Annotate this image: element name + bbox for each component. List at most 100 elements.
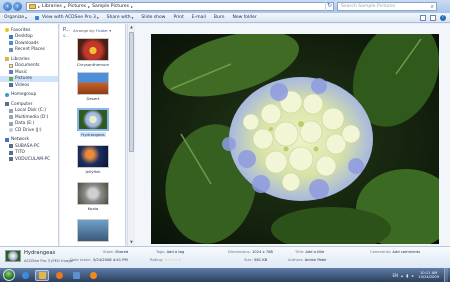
comments-value[interactable]: Add comments — [392, 250, 420, 254]
taskbar: EN ▴ ▮ ◂ 10:11 AM 10/24/2009 — [0, 268, 450, 282]
burn-button[interactable]: Burn — [214, 15, 225, 20]
authors-value[interactable]: Amish Patel — [305, 258, 327, 262]
library-header: P... Arrange by: Folder ▾ — [60, 24, 125, 33]
document-icon — [72, 271, 80, 279]
chevron-down-icon: ▾ — [96, 15, 99, 20]
back-button[interactable]: ‹ — [3, 2, 12, 11]
details-authors: Authors: Amish Patel — [288, 258, 326, 262]
nav-item-label: Recent Places — [15, 47, 45, 53]
details-tags: Tags: Add a tag — [156, 250, 184, 254]
chevron-right-icon: ▸ — [63, 4, 66, 9]
scroll-up-arrow-icon[interactable]: ▲ — [129, 25, 134, 30]
volume-icon[interactable]: ◂ — [411, 273, 413, 278]
organize-button[interactable]: Organize ▾ — [4, 15, 27, 20]
file-name: Desert — [86, 96, 100, 101]
address-bar[interactable]: ▸ Libraries ▸ Pictures ▸ Sample Pictures… — [26, 2, 334, 11]
preview-pane — [135, 24, 450, 246]
chevron-down-icon: ▾ — [131, 15, 134, 20]
show-hidden-icons-icon[interactable]: ▴ — [401, 273, 403, 278]
title-value[interactable]: Add a title — [305, 250, 324, 254]
taskbar-media-player[interactable] — [86, 270, 100, 281]
file-item[interactable]: Chrysanthemum — [60, 38, 125, 67]
print-label: Print — [173, 15, 184, 20]
new-folder-button[interactable]: New folder — [232, 15, 256, 20]
nav-item-label: Pictures — [15, 76, 33, 82]
image-thumbnail — [77, 145, 109, 168]
search-placeholder: Search Sample Pictures — [341, 4, 396, 9]
file-item[interactable]: Desert — [60, 72, 125, 101]
view-with-button[interactable]: View with ACDSee Pro 3 ▾ — [34, 15, 99, 20]
language-indicator[interactable]: EN — [393, 273, 399, 278]
nav-item-label: TITO — [15, 150, 25, 156]
forward-button[interactable]: › — [13, 2, 22, 11]
file-list-pane: P... Arrange by: Folder ▾ S... Chrysanth… — [60, 24, 126, 246]
chevron-down-icon: ▾ — [109, 28, 112, 33]
chevron-right-icon: ▸ — [88, 4, 91, 9]
nav-item-label: Desktop — [15, 34, 33, 40]
taskbar-ie[interactable] — [18, 270, 32, 281]
nav-item-cd-drive[interactable]: CD Drive (J:) — [0, 127, 58, 134]
nav-item-videos[interactable]: Videos — [0, 82, 58, 89]
videos-icon — [9, 83, 13, 88]
nav-item-label: Videos — [15, 82, 30, 88]
slide-show-button[interactable]: Slide show — [141, 15, 165, 20]
taskbar-firefox[interactable] — [52, 270, 66, 281]
nav-item-recent-places[interactable]: Recent Places — [0, 47, 58, 54]
vertical-scrollbar[interactable]: ▲ ▼ — [127, 24, 134, 246]
navigation-pane: Favorites Desktop Downloads Recent Place… — [0, 24, 59, 246]
authors-label: Authors: — [288, 258, 304, 262]
pictures-icon — [9, 76, 13, 81]
rating-stars[interactable]: ☆☆☆☆☆ — [164, 258, 182, 262]
scroll-down-arrow-icon[interactable]: ▼ — [129, 240, 134, 245]
refresh-icon[interactable]: ↻ — [325, 2, 333, 11]
search-icon[interactable]: ⌕ — [431, 3, 434, 11]
hydrangea-preview-image — [151, 34, 439, 244]
homegroup-icon — [5, 92, 9, 97]
breadcrumb-sample-pictures[interactable]: Sample Pictures — [92, 4, 129, 9]
documents-icon — [9, 63, 13, 68]
image-thumbnail — [77, 72, 109, 95]
internet-explorer-icon — [21, 271, 29, 279]
rating-label: Rating: — [150, 258, 164, 262]
taskbar-explorer[interactable] — [35, 269, 49, 281]
change-view-icon[interactable] — [420, 14, 426, 21]
date-taken-value[interactable]: 3/24/2008 4:41 PM — [93, 258, 128, 262]
preview-pane-icon[interactable] — [430, 14, 436, 21]
details-title: Title: Add a title — [295, 250, 324, 254]
network-tray-icon[interactable]: ▮ — [406, 273, 408, 278]
file-item[interactable] — [60, 219, 125, 242]
file-item[interactable]: Jellyfish — [60, 145, 125, 174]
chevron-right-icon: ▸ — [38, 4, 41, 9]
search-input[interactable]: Search Sample Pictures ⌕ — [337, 2, 437, 11]
address-bar-row: ‹ › ▸ Libraries ▸ Pictures ▸ Sample Pict… — [0, 0, 450, 13]
image-thumbnail — [77, 219, 109, 242]
nav-item-voduculam-pc[interactable]: VODUCULAM-PC — [0, 156, 58, 163]
tags-value[interactable]: Add a tag — [167, 250, 185, 254]
taskbar-wordpad[interactable] — [69, 270, 83, 281]
help-icon[interactable]: ? — [440, 14, 446, 21]
breadcrumb-libraries[interactable]: Libraries — [42, 4, 62, 9]
arrange-by-label: Arrange by: — [73, 28, 96, 33]
arrange-by[interactable]: Arrange by: Folder ▾ — [73, 28, 111, 33]
scroll-thumb[interactable] — [129, 32, 134, 152]
share-with-button[interactable]: Share with ▾ — [107, 15, 134, 20]
nav-item-label: Multimedia (D:) — [15, 114, 49, 120]
start-button[interactable] — [3, 269, 15, 281]
dimensions-label: Dimensions: — [228, 250, 251, 254]
command-bar: Organize ▾ View with ACDSee Pro 3 ▾ Shar… — [0, 13, 450, 23]
details-rating: Rating: ☆☆☆☆☆ — [150, 258, 182, 262]
show-desktop-button[interactable] — [444, 268, 448, 282]
file-item[interactable]: Koala — [60, 182, 125, 211]
breadcrumb-pictures[interactable]: Pictures — [68, 4, 86, 9]
state-label: State: — [103, 250, 115, 254]
nav-homegroup[interactable]: Homegroup — [0, 92, 58, 99]
print-button[interactable]: Print — [173, 15, 183, 20]
media-player-icon — [89, 271, 97, 279]
clock[interactable]: 10:11 AM 10/24/2009 — [418, 271, 439, 280]
acdsee-icon — [34, 15, 39, 20]
details-thumbnail — [5, 250, 21, 262]
computer-icon — [9, 157, 13, 162]
email-button[interactable]: E-mail — [192, 15, 206, 20]
file-item-selected[interactable]: Hydrangeas — [60, 108, 125, 137]
computer-icon — [9, 144, 13, 149]
